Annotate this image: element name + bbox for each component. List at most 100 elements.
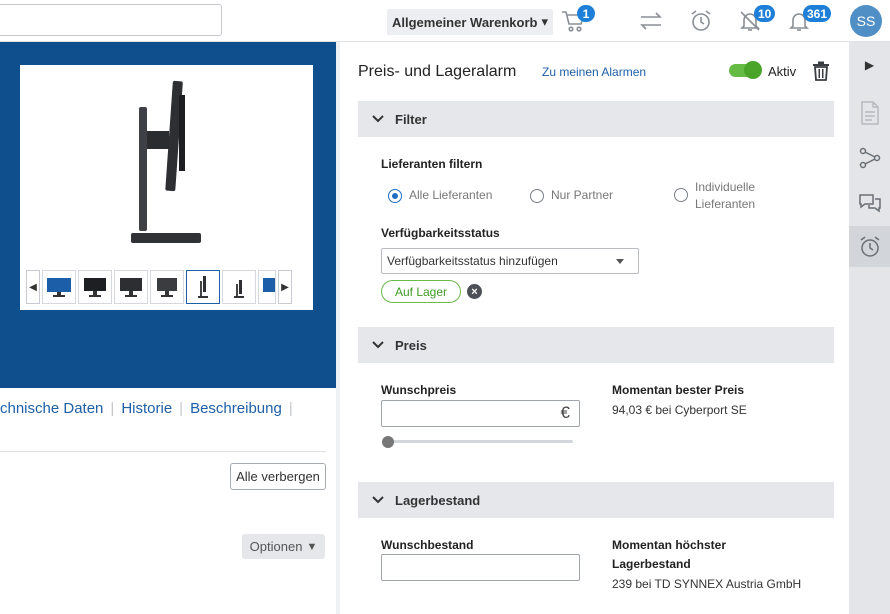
filter-section-title: Filter	[395, 111, 427, 127]
availability-chip-in-stock: Auf Lager	[381, 280, 461, 303]
chevron-down-icon	[372, 341, 384, 349]
notifications-count-badge: 10	[754, 5, 776, 22]
best-price-value: 94,03 € bei Cyberport SE	[612, 403, 747, 417]
availability-dropdown[interactable]: Verfügbarkeitsstatus hinzufügen	[381, 248, 639, 274]
price-slider-track[interactable]	[387, 440, 573, 443]
thumbnail-7[interactable]	[258, 270, 276, 304]
best-stock-label-line1: Momentan höchster	[612, 538, 727, 552]
availability-dropdown-value: Verfügbarkeitsstatus hinzufügen	[387, 254, 558, 268]
alarm-clock-icon	[691, 10, 711, 31]
user-avatar[interactable]: SS	[850, 5, 882, 37]
document-icon	[860, 100, 879, 125]
tab-separator: |	[288, 399, 293, 417]
cart-selector-label: Allgemeiner Warenkorb	[392, 14, 538, 30]
radio-all-suppliers[interactable]: Alle Lieferanten	[388, 188, 492, 203]
product-image-gallery: ◀ ▶	[20, 65, 313, 310]
tab-history[interactable]: Historie	[121, 400, 172, 417]
panel-title: Preis- und Lageralarm	[358, 63, 517, 80]
active-toggle[interactable]	[729, 61, 762, 79]
thumbnail-3[interactable]	[114, 270, 148, 304]
chevron-down-icon	[372, 115, 384, 123]
product-tabs: chnische Daten | Historie | Beschreibung…	[0, 388, 326, 428]
caret-down-icon: ▾	[541, 14, 548, 29]
options-button[interactable]: Optionen ▼	[242, 534, 325, 559]
thumbnail-4[interactable]	[150, 270, 184, 304]
messages-count-badge: 361	[803, 5, 832, 22]
radio-indicator	[530, 189, 544, 203]
hide-all-button[interactable]: Alle verbergen	[230, 463, 326, 490]
product-hero: ◀ ▶	[0, 42, 336, 388]
thumbnail-prev-button[interactable]: ◀	[26, 270, 40, 304]
search-input[interactable]	[0, 4, 222, 36]
radio-label: Nur Partner	[551, 188, 614, 202]
wish-price-input[interactable]: €	[381, 400, 580, 427]
cart-count-badge: 1	[577, 5, 595, 22]
stock-section-header[interactable]: Lagerbestand	[358, 482, 834, 518]
filter-section-header[interactable]: Filter	[358, 101, 834, 137]
best-stock-value: 239 bei TD SYNNEX Austria GmbH	[612, 577, 802, 591]
radio-individual-suppliers[interactable]: Individuelle Lieferanten	[674, 179, 767, 213]
wish-stock-input[interactable]	[381, 554, 580, 581]
radio-label: Individuelle Lieferanten	[695, 180, 756, 211]
radio-indicator	[674, 188, 688, 202]
monitor-rear-thumb-icon	[157, 278, 177, 297]
price-section-title: Preis	[395, 337, 427, 353]
compare-arrows-icon	[640, 12, 662, 30]
rail-item-alarm[interactable]	[849, 226, 890, 267]
thumbnail-strip: ◀ ▶	[26, 269, 308, 305]
radio-partners-only[interactable]: Nur Partner	[530, 188, 613, 203]
options-button-label: Optionen	[249, 539, 303, 554]
price-stock-alarm-panel: Preis- und Lageralarm Zu meinen Alarmen …	[340, 42, 849, 614]
alarms-button[interactable]	[688, 6, 714, 36]
price-slider-handle[interactable]	[382, 436, 394, 448]
right-sidebar: ▶	[849, 42, 890, 614]
thumbnail-6[interactable]	[222, 270, 256, 304]
monitor-angled-thumb-icon	[84, 278, 106, 297]
wish-price-label: Wunschpreis	[381, 383, 457, 397]
tab-description[interactable]: Beschreibung	[190, 400, 282, 417]
caret-down-icon: ▼	[306, 540, 318, 553]
thumbnail-2[interactable]	[78, 270, 112, 304]
radio-indicator	[388, 189, 402, 203]
tab-separator: |	[179, 399, 184, 417]
monitor-image[interactable]	[125, 77, 205, 249]
tab-technical-data[interactable]: chnische Daten	[0, 400, 103, 417]
remove-chip-button[interactable]: ×	[467, 284, 482, 299]
trash-icon	[813, 61, 829, 81]
monitor-side-low-thumb-icon	[234, 280, 244, 298]
thumbnail-1[interactable]	[42, 270, 76, 304]
wish-stock-label: Wunschbestand	[381, 538, 474, 552]
rail-item-chat[interactable]	[849, 182, 890, 223]
collapse-panel-button[interactable]: ▶	[849, 44, 890, 85]
toggle-knob	[744, 61, 762, 79]
monitor-front-thumb-icon	[47, 278, 71, 297]
cart-selector[interactable]: Allgemeiner Warenkorb ▾	[387, 9, 553, 35]
compare-button[interactable]	[638, 6, 664, 36]
stock-section-title: Lagerbestand	[395, 492, 481, 508]
supplier-filter-label: Lieferanten filtern	[381, 157, 483, 171]
price-section-header[interactable]: Preis	[358, 327, 834, 363]
caret-down-icon	[616, 259, 624, 264]
best-stock-label-line2: Lagerbestand	[612, 557, 691, 571]
share-icon	[859, 147, 880, 168]
chevron-down-icon	[372, 496, 384, 504]
active-label: Aktiv	[768, 64, 797, 79]
chat-icon	[858, 193, 881, 212]
euro-icon: €	[560, 403, 570, 422]
my-alarms-link[interactable]: Zu meinen Alarmen	[542, 65, 646, 79]
delete-alarm-button[interactable]	[812, 61, 830, 86]
monitor-back-thumb-icon	[120, 278, 142, 297]
thumbnail-5-selected[interactable]	[186, 270, 220, 304]
rail-item-document[interactable]	[849, 92, 890, 133]
tab-separator: |	[110, 399, 115, 417]
top-bar: Allgemeiner Warenkorb ▾ 1 10 361 SS	[0, 0, 890, 42]
radio-label: Alle Lieferanten	[409, 188, 493, 202]
thumbnail-next-button[interactable]: ▶	[278, 270, 292, 304]
alarm-clock-icon	[860, 235, 879, 257]
monitor-side-thumb-icon	[198, 276, 208, 298]
rail-item-share[interactable]	[849, 137, 890, 178]
availability-label: Verfügbarkeitsstatus	[381, 226, 500, 240]
best-price-label: Momentan bester Preis	[612, 383, 745, 397]
divider	[0, 451, 326, 452]
product-details-panel: chnische Daten | Historie | Beschreibung…	[0, 388, 336, 614]
